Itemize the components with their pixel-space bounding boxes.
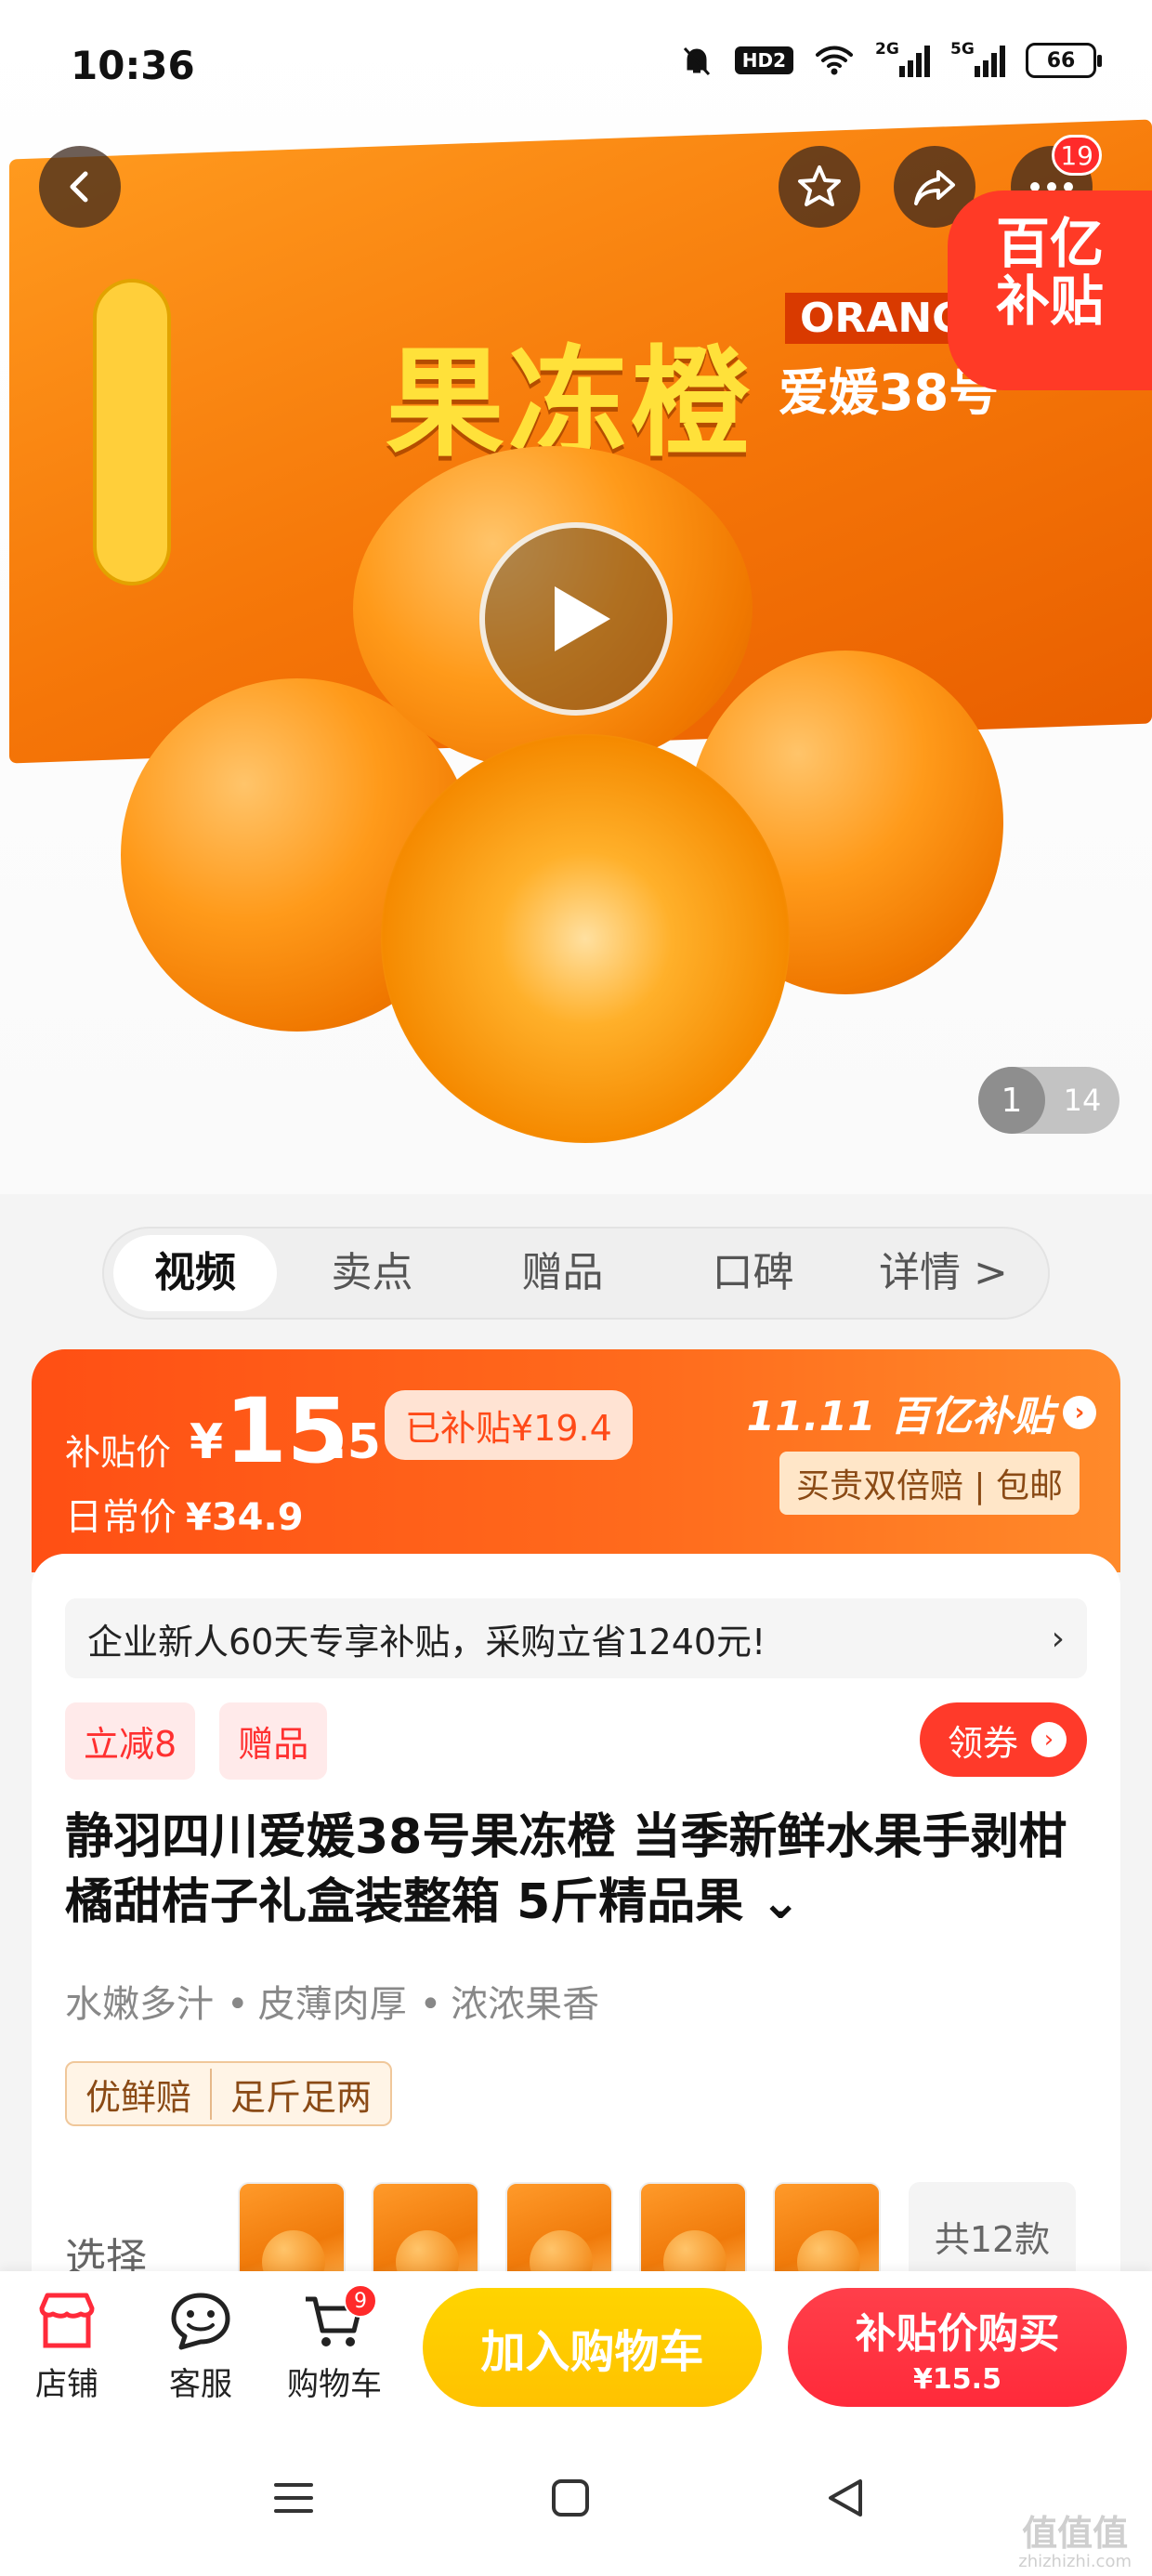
back-nav-button[interactable] bbox=[818, 2470, 873, 2526]
triangle-back-icon bbox=[829, 2479, 862, 2517]
square-icon bbox=[552, 2479, 589, 2517]
buy-now-button[interactable]: 补贴价购买 ¥15.5 bbox=[788, 2288, 1127, 2407]
add-to-cart-button[interactable]: 加入购物车 bbox=[423, 2288, 762, 2407]
price-banner: 补贴价 ¥ 15 .5 已补贴¥19.4 日常价 ¥34.9 11.11 百亿补贴… bbox=[32, 1349, 1120, 1572]
status-bar: 10:36 HD2 2G 5G 66 bbox=[0, 0, 1152, 121]
system-nav-bar bbox=[0, 2420, 1152, 2576]
shop-label: 店铺 bbox=[35, 2366, 98, 2403]
mute-bell-icon bbox=[683, 46, 710, 76]
billion-subsidy-logo: 11.11 百亿补贴 bbox=[746, 1393, 1054, 1440]
status-time: 10:36 bbox=[71, 43, 195, 88]
daily-price-label: 日常价 bbox=[65, 1496, 177, 1539]
home-nav-button[interactable] bbox=[543, 2470, 598, 2526]
buy-now-label: 补贴价购买 bbox=[855, 2309, 1060, 2358]
image-counter: 1 14 bbox=[978, 1067, 1119, 1134]
buy-now-price: ¥15.5 bbox=[913, 2362, 1001, 2396]
discount-tag[interactable]: 立减8 bbox=[65, 1702, 196, 1780]
signal-2g-icon: 2G bbox=[875, 40, 930, 77]
signal-5g-label: 5G bbox=[950, 40, 975, 59]
feature-list: 水嫩多汁皮薄肉厚浓浓果香 bbox=[65, 1974, 599, 2028]
tab-selling-points[interactable]: 卖点 bbox=[277, 1235, 467, 1311]
cart-button[interactable]: 9 购物车 bbox=[279, 2284, 390, 2404]
shop-button[interactable]: 店铺 bbox=[11, 2284, 123, 2404]
subsidy-corner-line2: 补贴 bbox=[996, 269, 1105, 333]
price-decimal: .5 bbox=[329, 1414, 381, 1470]
feature-item: 皮薄肉厚 bbox=[214, 1983, 407, 2026]
signal-5g-icon: 5G bbox=[950, 40, 1005, 77]
product-image-carousel[interactable]: 果冻橙 ORANGE 爱媛38号 bbox=[0, 0, 1152, 1194]
watermark-sub: zhizhizhi.com bbox=[1018, 2552, 1132, 2571]
chevron-right-icon: › bbox=[1031, 1722, 1067, 1757]
orange-half-cut bbox=[381, 734, 790, 1143]
image-counter-current: 1 bbox=[978, 1067, 1045, 1134]
daily-price: 日常价 ¥34.9 bbox=[65, 1487, 304, 1541]
daily-price-value: ¥34.9 bbox=[186, 1496, 304, 1539]
customer-service-button[interactable]: 客服 bbox=[145, 2284, 256, 2404]
promo-text: 企业新人60天专享补贴，采购立省1240元! bbox=[87, 1621, 766, 1663]
tab-video[interactable]: 视频 bbox=[113, 1235, 277, 1311]
more-badge: 19 bbox=[1052, 135, 1102, 176]
wifi-icon bbox=[816, 46, 853, 75]
feature-item: 浓浓果香 bbox=[407, 1983, 600, 2026]
battery-icon: 66 bbox=[1026, 43, 1102, 78]
subsidy-corner-badge: 百亿 补贴 bbox=[948, 191, 1152, 390]
service-badge-fresh: 优鲜赔 bbox=[85, 2076, 192, 2118]
tab-details[interactable]: 详情 > bbox=[848, 1235, 1039, 1311]
share-icon bbox=[914, 170, 955, 205]
battery-level: 66 bbox=[1046, 48, 1076, 72]
billion-subsidy-link[interactable]: 11.11 百亿补贴 › bbox=[746, 1383, 1096, 1442]
service-badges[interactable]: 优鲜赔 足斤足两 bbox=[65, 2061, 393, 2126]
chevron-right-icon: › bbox=[1063, 1396, 1096, 1429]
customer-service-label: 客服 bbox=[169, 2366, 232, 2403]
tab-gifts[interactable]: 赠品 bbox=[467, 1235, 658, 1311]
menu-nav-button[interactable] bbox=[266, 2470, 321, 2526]
box-mascot-figure bbox=[93, 279, 171, 585]
subsidized-amount-pill: 已补贴¥19.4 bbox=[385, 1390, 633, 1460]
play-icon bbox=[555, 586, 610, 651]
image-counter-total: 14 bbox=[1063, 1083, 1102, 1118]
signal-2g-label: 2G bbox=[875, 40, 899, 59]
shop-icon bbox=[39, 2293, 95, 2348]
watermark-main: 值值值 bbox=[1022, 2513, 1129, 2554]
price-currency: ¥ bbox=[190, 1414, 224, 1470]
coupon-label: 领券 bbox=[947, 1722, 1018, 1764]
subsidy-price-label: 补贴价 bbox=[65, 1432, 172, 1473]
star-icon bbox=[798, 165, 841, 206]
watermark: 值值值 zhizhizhi.com bbox=[1018, 2515, 1132, 2572]
get-coupon-button[interactable]: 领券 › bbox=[919, 1702, 1087, 1777]
gift-tag[interactable]: 赠品 bbox=[219, 1702, 328, 1780]
chat-face-icon bbox=[171, 2293, 230, 2350]
cart-count-badge: 9 bbox=[344, 2284, 377, 2318]
play-video-button[interactable] bbox=[479, 522, 673, 716]
service-badge-weight: 足斤足两 bbox=[210, 2068, 390, 2120]
feature-item: 水嫩多汁 bbox=[65, 1983, 214, 2026]
chevron-right-icon: › bbox=[1051, 1619, 1065, 1658]
cart-label: 购物车 bbox=[287, 2366, 382, 2403]
section-tabs: 视频 卖点 赠品 口碑 详情 > bbox=[102, 1227, 1050, 1320]
enterprise-promo-banner[interactable]: 企业新人60天专享补贴，采购立省1240元! › bbox=[65, 1598, 1087, 1678]
guarantee-pill: 买贵双倍赔 | 包邮 bbox=[779, 1452, 1080, 1515]
hd-icon: HD2 bbox=[734, 46, 793, 74]
product-title[interactable]: 静羽四川爱媛38号果冻橙 当季新鲜水果手剥柑橘甜桔子礼盒装整箱 5斤精品果 ⌄ bbox=[65, 1805, 1096, 1935]
favorite-button[interactable] bbox=[779, 146, 860, 228]
product-info-card: 企业新人60天专享补贴，采购立省1240元! › 立减8 赠品 领券 › 静羽四… bbox=[32, 1554, 1120, 2297]
back-button[interactable] bbox=[39, 146, 121, 228]
subsidy-corner-line1: 百亿 bbox=[996, 212, 1105, 275]
chevron-left-icon bbox=[70, 171, 88, 203]
bottom-action-bar: 店铺 客服 9 购物车 加入购物车 补贴价购买 ¥15.5 bbox=[0, 2271, 1152, 2420]
hamburger-icon bbox=[274, 2483, 313, 2513]
tab-reviews[interactable]: 口碑 bbox=[658, 1235, 848, 1311]
